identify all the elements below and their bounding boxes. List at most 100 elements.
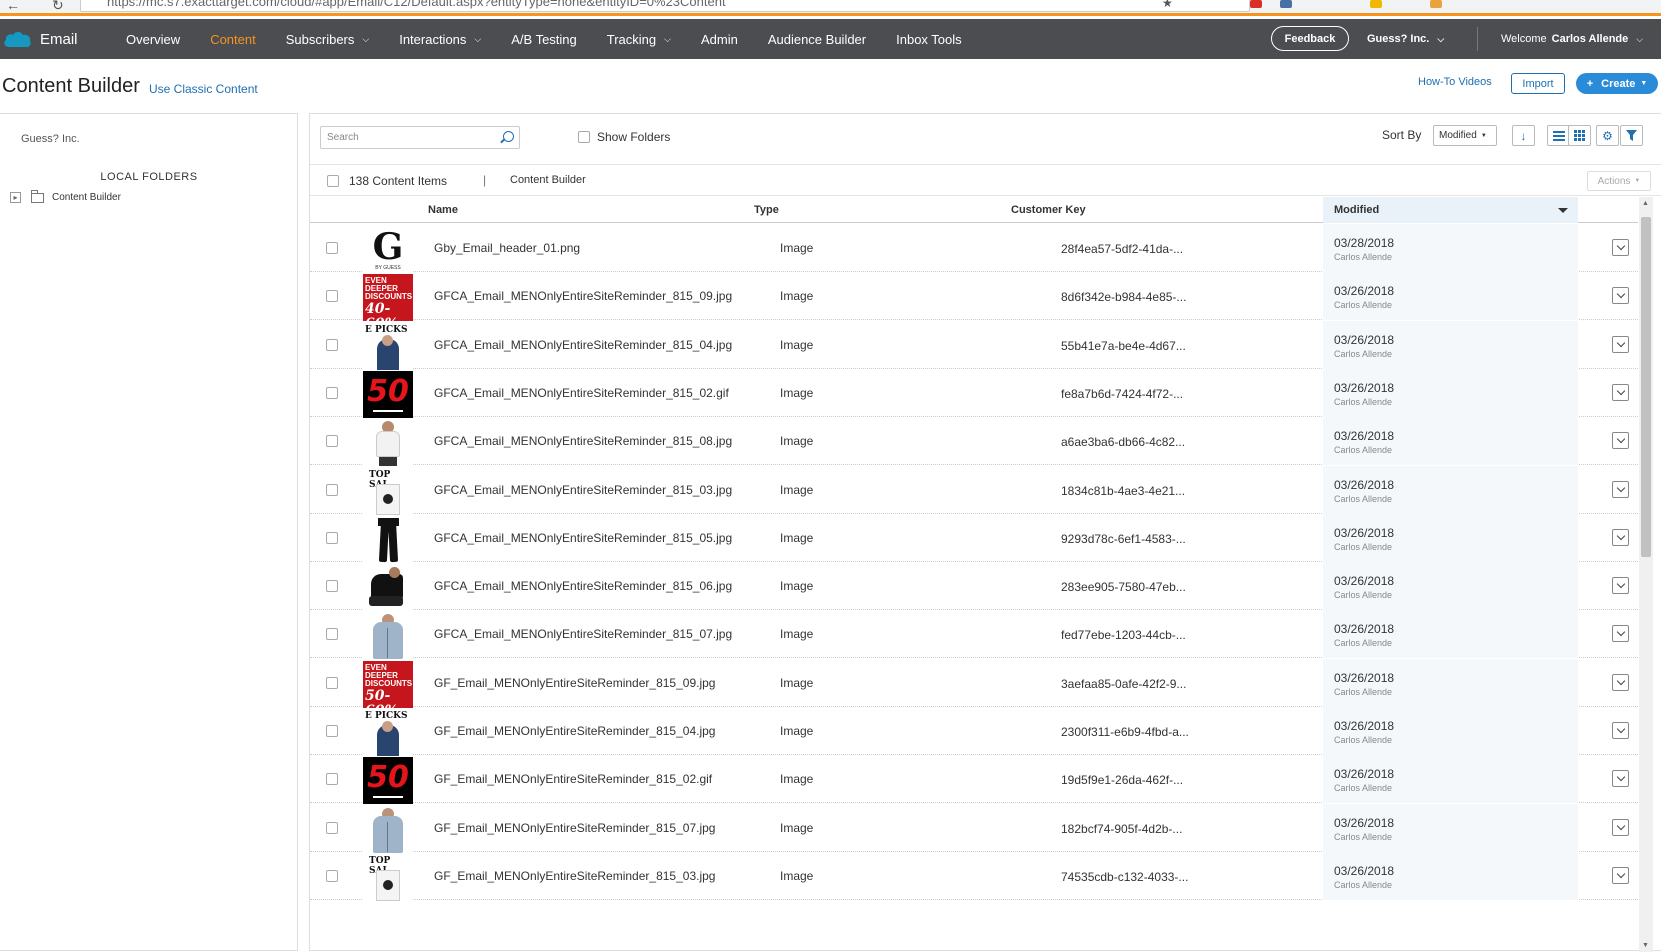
table-row[interactable]: 50 GF_Email_MENOnlyEntireSiteReminder_815… <box>310 755 1638 805</box>
settings-button[interactable]: ⚙ <box>1596 125 1619 146</box>
extension-icon[interactable] <box>1280 0 1292 8</box>
vertical-scrollbar[interactable]: ▲ ▼ <box>1639 197 1653 952</box>
how-to-videos-link[interactable]: How-To Videos <box>1418 76 1492 88</box>
cell-name[interactable]: GF_Email_MENOnlyEntireSiteReminder_815_0… <box>434 676 715 690</box>
cell-name[interactable]: Gby_Email_header_01.png <box>434 241 580 255</box>
row-menu-chevron-down-icon[interactable] <box>1612 866 1629 884</box>
table-row[interactable]: EVENDEEPERDISCOUNTS40-60% GFCA_Email_MENO… <box>310 272 1638 332</box>
row-checkbox[interactable] <box>326 242 338 254</box>
extension-icon[interactable] <box>1370 0 1382 8</box>
row-menu-chevron-down-icon[interactable] <box>1612 673 1629 691</box>
row-checkbox[interactable] <box>326 821 338 834</box>
create-button[interactable]: + Create ▼ <box>1576 73 1658 94</box>
table-row[interactable]: G BY GUESS Gby_Email_header_01.png Image 28f… <box>310 224 1638 273</box>
table-row[interactable]: GFCA_Email_MENOnlyEntireSiteReminder_815… <box>310 562 1638 612</box>
cell-name[interactable]: GFCA_Email_MENOnlyEntireSiteReminder_815… <box>434 531 732 545</box>
select-all[interactable]: 138 Content Items <box>327 174 447 188</box>
scrollbar-thumb[interactable] <box>1641 217 1651 557</box>
extension-icon[interactable] <box>1430 0 1442 8</box>
row-menu-chevron-down-icon[interactable] <box>1612 287 1629 305</box>
row-checkbox[interactable] <box>326 628 338 641</box>
row-menu-chevron-down-icon[interactable] <box>1612 770 1629 788</box>
filter-button[interactable] <box>1620 125 1643 146</box>
row-menu-chevron-down-icon[interactable] <box>1612 818 1629 836</box>
cell-name[interactable]: GF_Email_MENOnlyEntireSiteReminder_815_0… <box>434 869 715 883</box>
column-header-customer-key[interactable]: Customer Key <box>1011 204 1086 216</box>
table-row[interactable]: TOP SAL GFCA_Email_MENOnlyEntireSiteRemin… <box>310 465 1638 515</box>
cell-name[interactable]: GFCA_Email_MENOnlyEntireSiteReminder_815… <box>434 483 732 497</box>
cell-name[interactable]: GF_Email_MENOnlyEntireSiteReminder_815_0… <box>434 821 715 835</box>
table-row[interactable]: GFCA_Email_MENOnlyEntireSiteReminder_815… <box>310 417 1638 467</box>
column-header-modified[interactable]: Modified <box>1323 197 1578 223</box>
actions-button[interactable]: Actions ▼ <box>1587 171 1651 191</box>
table-row[interactable]: GFCA_Email_MENOnlyEntireSiteReminder_815… <box>310 513 1638 563</box>
cell-name[interactable]: GFCA_Email_MENOnlyEntireSiteReminder_815… <box>434 434 732 448</box>
table-row[interactable]: GF_Email_MENOnlyEntireSiteReminder_815_0… <box>310 803 1638 853</box>
row-menu-chevron-down-icon[interactable] <box>1612 480 1629 498</box>
sort-by-select[interactable]: Modified ▼ <box>1433 125 1497 146</box>
bookmark-star-icon[interactable]: ★ <box>1162 0 1173 10</box>
feedback-button[interactable]: Feedback <box>1271 26 1349 51</box>
user-menu[interactable]: Welcome Carlos Allende ⌵ <box>1501 19 1643 59</box>
row-menu-chevron-down-icon[interactable] <box>1612 528 1629 546</box>
column-header-name[interactable]: Name <box>428 204 458 216</box>
show-folders-toggle[interactable]: Show Folders <box>578 130 670 144</box>
expand-icon[interactable]: ▸ <box>10 192 21 203</box>
row-menu-chevron-down-icon[interactable] <box>1612 577 1629 595</box>
breadcrumb[interactable]: Content Builder <box>510 174 586 186</box>
row-menu-chevron-down-icon[interactable] <box>1612 722 1629 739</box>
cell-name[interactable]: GF_Email_MENOnlyEntireSiteReminder_815_0… <box>434 724 715 738</box>
row-checkbox[interactable] <box>326 386 338 399</box>
search-input[interactable]: Search <box>320 126 520 149</box>
import-button[interactable]: Import <box>1511 73 1565 94</box>
scroll-up-icon[interactable]: ▲ <box>1642 200 1649 207</box>
cell-name[interactable]: GFCA_Email_MENOnlyEntireSiteReminder_815… <box>434 289 732 303</box>
org-switcher[interactable]: Guess? Inc. ⌵ <box>1367 19 1444 59</box>
cell-name[interactable]: GFCA_Email_MENOnlyEntireSiteReminder_815… <box>434 627 732 641</box>
row-checkbox[interactable] <box>326 483 338 496</box>
extension-icon[interactable] <box>1250 0 1262 8</box>
table-row[interactable]: EVENDEEPERDISCOUNTS50-60% GF_Email_MENOnl… <box>310 658 1638 718</box>
nav-item-content[interactable]: Content <box>210 32 256 47</box>
nav-item-a-b-testing[interactable]: A/B Testing <box>511 32 577 47</box>
row-menu-chevron-down-icon[interactable] <box>1612 432 1629 450</box>
row-checkbox[interactable] <box>326 580 338 593</box>
row-menu-chevron-down-icon[interactable] <box>1612 239 1629 256</box>
address-bar[interactable]: https://mc.s7.exacttarget.com/cloud/#app… <box>80 0 1250 12</box>
nav-item-inbox-tools[interactable]: Inbox Tools <box>896 32 962 47</box>
table-row[interactable]: 50 GFCA_Email_MENOnlyEntireSiteReminder_8… <box>310 368 1638 418</box>
cell-name[interactable]: GFCA_Email_MENOnlyEntireSiteReminder_815… <box>434 579 732 593</box>
cell-name[interactable]: GFCA_Email_MENOnlyEntireSiteReminder_815… <box>434 338 732 352</box>
row-checkbox[interactable] <box>326 725 338 737</box>
cell-name[interactable]: GF_Email_MENOnlyEntireSiteReminder_815_0… <box>434 772 712 786</box>
cell-name[interactable]: GFCA_Email_MENOnlyEntireSiteReminder_815… <box>434 386 729 400</box>
row-checkbox[interactable] <box>326 869 338 882</box>
scroll-down-icon[interactable]: ▼ <box>1642 942 1649 949</box>
row-menu-chevron-down-icon[interactable] <box>1612 335 1629 353</box>
table-row[interactable]: TOP SAL GF_Email_MENOnlyEntireSiteReminde… <box>310 851 1638 901</box>
show-folders-checkbox[interactable] <box>578 131 590 143</box>
nav-item-subscribers[interactable]: Subscribers ⌵ <box>286 32 369 47</box>
folder-tree-item-content-builder[interactable]: ▸ Content Builder <box>10 189 121 203</box>
nav-item-interactions[interactable]: Interactions ⌵ <box>399 32 481 47</box>
row-checkbox[interactable] <box>326 290 338 303</box>
back-icon[interactable]: ← <box>6 0 20 13</box>
app-brand[interactable]: Email <box>0 19 78 59</box>
nav-item-tracking[interactable]: Tracking ⌵ <box>607 32 671 47</box>
nav-item-overview[interactable]: Overview <box>126 32 180 47</box>
table-row[interactable]: E PICKS GFCA_Email_MENOnlyEntireSiteRemin… <box>310 320 1638 370</box>
select-all-checkbox[interactable] <box>327 175 339 187</box>
reload-icon[interactable]: ↻ <box>52 0 64 14</box>
table-row[interactable]: GFCA_Email_MENOnlyEntireSiteReminder_815… <box>310 610 1638 660</box>
row-checkbox[interactable] <box>326 676 338 689</box>
row-checkbox[interactable] <box>326 531 338 544</box>
nav-item-audience-builder[interactable]: Audience Builder <box>768 32 866 47</box>
grid-view-button[interactable] <box>1568 125 1591 146</box>
list-view-button[interactable] <box>1547 125 1570 146</box>
row-checkbox[interactable] <box>326 435 338 448</box>
row-menu-chevron-down-icon[interactable] <box>1612 625 1629 643</box>
row-menu-chevron-down-icon[interactable] <box>1612 383 1629 401</box>
nav-item-admin[interactable]: Admin <box>701 32 738 47</box>
use-classic-content-link[interactable]: Use Classic Content <box>149 82 258 96</box>
column-header-type[interactable]: Type <box>754 204 779 216</box>
